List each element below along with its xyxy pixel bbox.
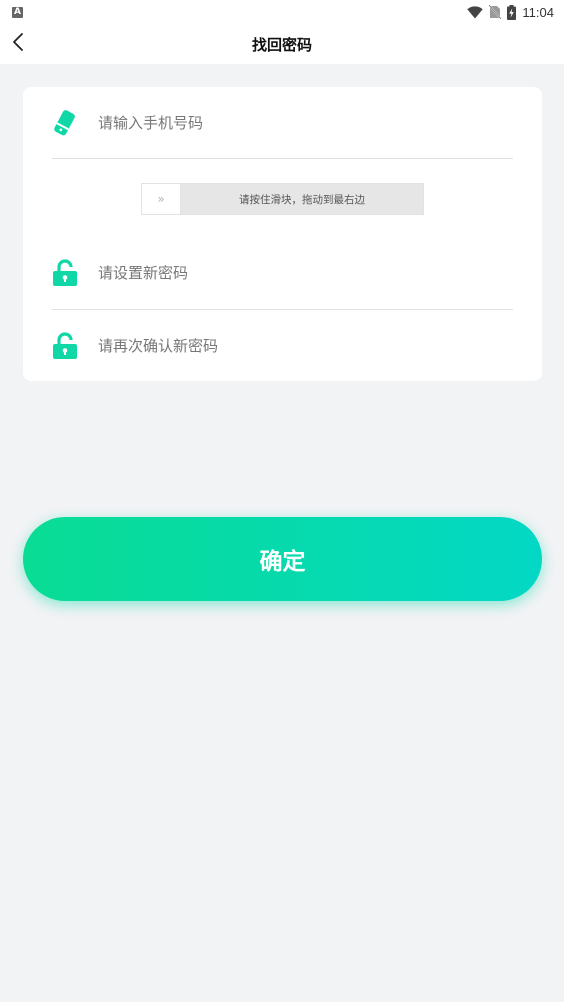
new-password-input[interactable]	[98, 258, 498, 288]
new-password-field-row	[52, 243, 513, 303]
confirm-password-input[interactable]	[98, 331, 498, 361]
form-card: » 请按住滑块，拖动到最右边	[23, 87, 542, 381]
lock-icon	[52, 332, 78, 360]
slider-hint-text: 请按住滑块，拖动到最右边	[239, 193, 365, 206]
status-left: A	[12, 6, 23, 18]
status-bar: A 11:04	[0, 0, 564, 24]
lock-icon	[52, 259, 78, 287]
battery-charging-icon	[507, 4, 517, 20]
phone-icon	[52, 109, 78, 137]
slider-handle[interactable]: »	[142, 184, 181, 214]
confirm-password-field-row	[52, 316, 513, 376]
phone-input[interactable]	[98, 108, 498, 138]
password-divider	[52, 309, 513, 310]
app-notification-icon: A	[12, 6, 23, 18]
status-time: 11:04	[522, 4, 554, 20]
wifi-icon	[467, 5, 484, 19]
slide-verify: » 请按住滑块，拖动到最右边	[141, 183, 424, 215]
confirm-button[interactable]: 确定	[23, 517, 542, 601]
page-title: 找回密码	[251, 36, 312, 54]
double-chevron-right-icon: »	[157, 192, 165, 206]
title-bar: 找回密码	[0, 24, 564, 64]
no-sim-icon	[489, 5, 502, 19]
phone-divider	[52, 158, 513, 159]
phone-field-row	[52, 93, 513, 153]
status-right: 11:04	[467, 4, 554, 20]
